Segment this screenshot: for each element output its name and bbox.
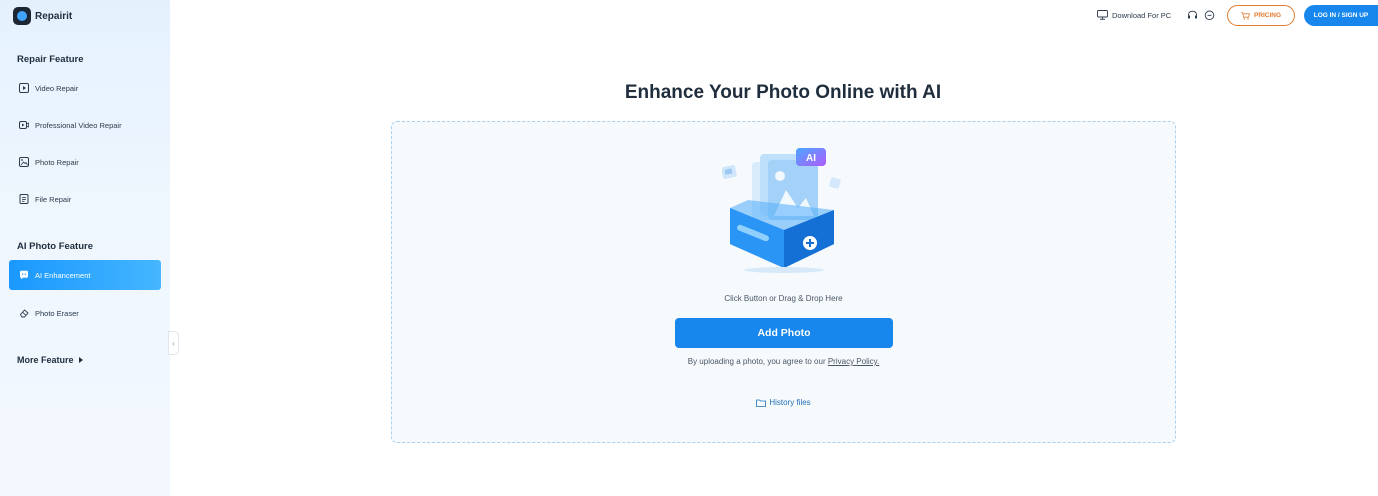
download-for-pc-link[interactable]: Download For PC <box>1097 10 1171 20</box>
pricing-button[interactable]: PRICING <box>1227 5 1295 26</box>
sidebar-item-label: AI Enhancement <box>35 270 91 280</box>
sidebar-item-photo-eraser[interactable]: Photo Eraser <box>9 298 161 328</box>
sidebar: Repairit Repair Feature Video Repair Pro… <box>0 0 170 496</box>
chat-icon[interactable] <box>1204 10 1215 21</box>
document-icon <box>19 194 29 204</box>
sidebar-item-label: Photo Eraser <box>35 308 79 318</box>
history-files-label: History files <box>769 398 811 407</box>
history-files-link[interactable]: History files <box>392 398 1175 407</box>
cart-icon <box>1241 11 1250 20</box>
sidebar-item-video-repair[interactable]: Video Repair <box>9 73 161 103</box>
section-title-ai: AI Photo Feature <box>17 241 94 252</box>
play-icon <box>19 83 29 93</box>
login-signup-button[interactable]: LOG IN / SIGN UP <box>1304 5 1378 26</box>
sidebar-item-professional-video-repair[interactable]: Professional Video Repair <box>9 110 161 140</box>
privacy-notice: By uploading a photo, you agree to our P… <box>392 357 1175 366</box>
sidebar-item-label: Professional Video Repair <box>35 120 122 130</box>
sidebar-item-photo-repair[interactable]: Photo Repair <box>9 147 161 177</box>
pricing-label: PRICING <box>1253 12 1282 19</box>
ai-chat-icon <box>19 270 29 280</box>
headset-icon[interactable] <box>1187 10 1198 21</box>
sidebar-item-label: Video Repair <box>35 83 79 93</box>
image-icon <box>19 157 29 167</box>
more-feature-label: More Feature <box>17 355 74 365</box>
app-name: Repairit <box>35 10 73 22</box>
sidebar-item-file-repair[interactable]: File Repair <box>9 184 161 214</box>
app-logo[interactable]: Repairit <box>13 7 72 25</box>
monitor-icon <box>1097 10 1108 20</box>
eraser-icon <box>19 308 29 318</box>
upload-dropzone[interactable]: AI Click Button or Drag & Drop Here Add … <box>391 121 1176 443</box>
download-label: Download For PC <box>1112 10 1172 20</box>
folder-icon <box>756 399 767 407</box>
privacy-policy-link[interactable]: Privacy Policy. <box>828 357 879 366</box>
more-feature-toggle[interactable]: More Feature <box>17 355 83 365</box>
add-photo-button[interactable]: Add Photo <box>675 318 893 348</box>
repairit-logo-icon <box>13 7 31 25</box>
caret-right-icon <box>78 357 83 363</box>
sidebar-collapse-button[interactable]: ‹ <box>168 331 179 355</box>
video-camera-icon <box>19 120 29 130</box>
sidebar-item-ai-enhancement[interactable]: AI Enhancement <box>9 260 161 290</box>
section-title-repair: Repair Feature <box>17 54 84 65</box>
sidebar-item-label: File Repair <box>35 194 72 204</box>
sidebar-item-label: Photo Repair <box>35 157 79 167</box>
ai-badge-text: AI <box>806 153 816 164</box>
upload-box-illustration: AI <box>722 148 841 273</box>
drag-drop-hint: Click Button or Drag & Drop Here <box>724 294 843 303</box>
page-title: Enhance Your Photo Online with AI <box>624 82 942 103</box>
privacy-notice-text: By uploading a photo, you agree to our <box>687 357 828 366</box>
